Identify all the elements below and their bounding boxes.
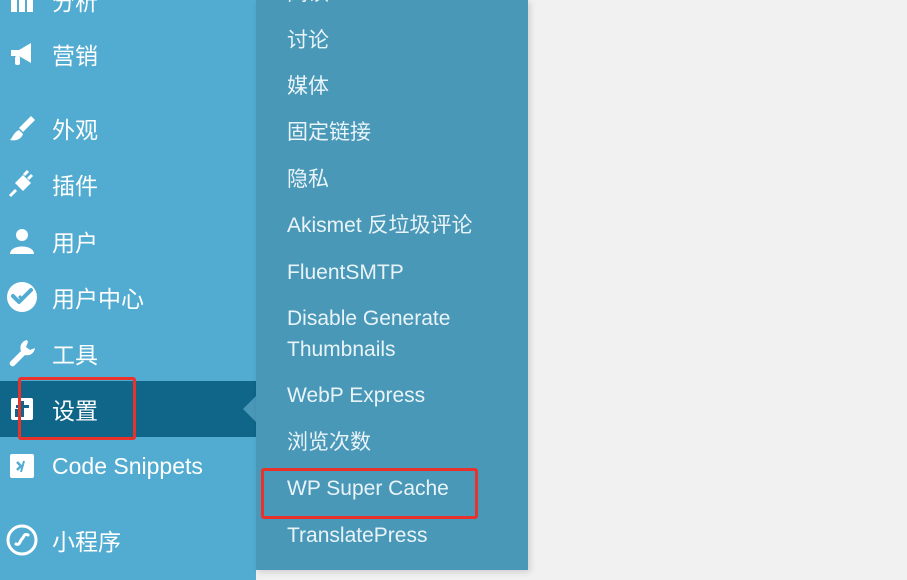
sidebar-item-marketing[interactable]: 营销 — [0, 26, 256, 82]
link-icon — [6, 524, 38, 556]
submenu-item-permalinks[interactable]: 固定链接 — [287, 117, 519, 148]
sidebar-item-label: 用户中心 — [52, 286, 144, 312]
wrench-icon — [6, 337, 38, 369]
sidebar-item-label: 分析 — [52, 0, 98, 15]
sidebar-item-analytics[interactable]: 分析 — [0, 0, 256, 28]
submenu-item-fluentsmtp[interactable]: FluentSMTP — [287, 257, 519, 288]
plugin-icon — [6, 168, 38, 200]
sidebar-item-label: 营销 — [52, 43, 98, 69]
sidebar-item-label: 用户 — [52, 230, 98, 256]
sidebar-item-plugins[interactable]: 插件 — [0, 156, 256, 212]
megaphone-icon — [6, 38, 38, 70]
sidebar-item-users[interactable]: 用户 — [0, 213, 256, 269]
submenu-item-privacy[interactable]: 隐私 — [287, 164, 519, 195]
user-icon — [6, 225, 38, 257]
submenu-item-reading[interactable]: 阅读 — [287, 0, 519, 9]
sidebar-item-code-snippets[interactable]: Code Snippets — [0, 438, 256, 494]
settings-icon — [6, 393, 38, 425]
sidebar-item-tools[interactable]: 工具 — [0, 325, 256, 381]
user-center-icon — [6, 281, 38, 313]
sidebar-item-label: 小程序 — [52, 529, 121, 555]
sidebar-item-user-center[interactable]: 用户中心 — [0, 269, 256, 325]
admin-sidebar: 分析 营销 外观 插件 用户 用户中心 工具 设置 Code Snippets … — [0, 0, 256, 580]
settings-submenu: 阅读 讨论 媒体 固定链接 隐私 Akismet 反垃圾评论 FluentSMT… — [256, 0, 528, 570]
sidebar-item-label: 设置 — [52, 398, 98, 424]
submenu-item-translatepress[interactable]: TranslatePress — [287, 520, 519, 551]
submenu-item-disable-thumbnails[interactable]: Disable Generate Thumbnails — [287, 303, 519, 365]
submenu-item-akismet[interactable]: Akismet 反垃圾评论 — [287, 210, 519, 241]
bar-chart-icon — [6, 0, 38, 16]
sidebar-item-label: 工具 — [52, 342, 98, 368]
sidebar-item-label: Code Snippets — [52, 452, 203, 479]
sidebar-item-appearance[interactable]: 外观 — [0, 100, 256, 156]
sidebar-item-settings[interactable]: 设置 — [0, 381, 256, 437]
sidebar-item-label: 插件 — [52, 173, 98, 199]
submenu-item-media[interactable]: 媒体 — [287, 71, 519, 102]
submenu-item-wp-super-cache[interactable]: WP Super Cache — [287, 473, 519, 504]
sidebar-item-mini-program[interactable]: 小程序 — [0, 512, 256, 568]
submenu-item-discussion[interactable]: 讨论 — [287, 25, 519, 56]
submenu-item-view-count[interactable]: 浏览次数 — [287, 427, 519, 458]
submenu-item-webp-express[interactable]: WebP Express — [287, 380, 519, 411]
code-icon — [6, 450, 38, 482]
sidebar-item-label: 外观 — [52, 117, 98, 143]
paintbrush-icon — [6, 112, 38, 144]
